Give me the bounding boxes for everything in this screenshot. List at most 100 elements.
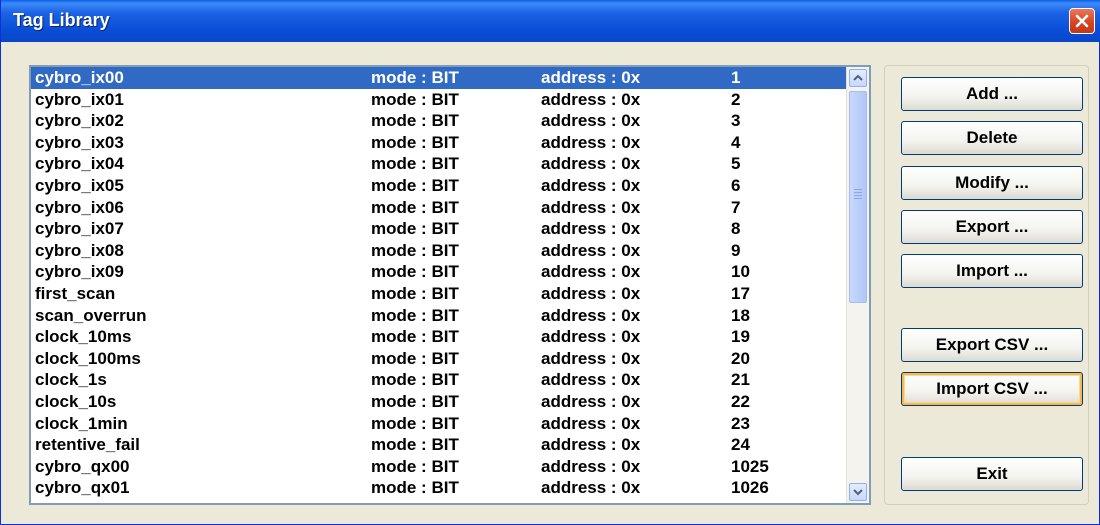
tag-address-value: 24: [731, 435, 750, 455]
tag-address-value: 20: [731, 348, 750, 368]
list-item[interactable]: cybro_qx00 mode : BIT address : 0x 1025: [31, 456, 849, 478]
tag-name: cybro_qx01: [35, 478, 130, 498]
tag-mode: mode : BIT: [371, 262, 459, 282]
delete-button[interactable]: Delete: [901, 121, 1083, 155]
thumb-grip-line: [854, 198, 862, 199]
tag-address-label: address : 0x: [541, 68, 641, 87]
tag-name: cybro_ix04: [35, 154, 124, 174]
tag-mode: mode : BIT: [371, 305, 459, 325]
list-item[interactable]: clock_10ms mode : BIT address : 0x 19: [31, 326, 849, 348]
tag-mode: mode : BIT: [371, 348, 459, 368]
tag-mode: mode : BIT: [371, 68, 459, 87]
list-item[interactable]: clock_1min mode : BIT address : 0x 23: [31, 413, 849, 435]
tag-name: cybro_ix06: [35, 197, 124, 217]
tag-mode: mode : BIT: [371, 370, 459, 390]
list-item[interactable]: cybro_ix07 mode : BIT address : 0x 8: [31, 218, 849, 240]
tag-name: first_scan: [35, 283, 116, 303]
scroll-up-button[interactable]: [849, 69, 867, 87]
tag-address-label: address : 0x: [541, 327, 641, 347]
tag-address-label: address : 0x: [541, 175, 641, 195]
close-icon: [1075, 14, 1089, 28]
scroll-down-button[interactable]: [849, 483, 867, 501]
tag-library-window: Tag Library cybro_ix00 mode : BIT address …: [0, 0, 1100, 525]
list-item[interactable]: first_scan mode : BIT address : 0x 17: [31, 283, 849, 305]
list-item[interactable]: retentive_fail mode : BIT address : 0x 24: [31, 434, 849, 456]
tag-name: scan_overrun: [35, 305, 147, 325]
tag-address-label: address : 0x: [541, 478, 641, 498]
tag-mode: mode : BIT: [371, 219, 459, 239]
exit-button[interactable]: Exit: [901, 457, 1083, 491]
list-item[interactable]: cybro_ix01 mode : BIT address : 0x 2: [31, 89, 849, 111]
tag-address-label: address : 0x: [541, 283, 641, 303]
export-button[interactable]: Export ...: [901, 210, 1083, 244]
add-button[interactable]: Add ...: [901, 77, 1083, 111]
tag-name: cybro_qx00: [35, 456, 130, 476]
tag-address-value: 3: [731, 111, 741, 131]
vertical-scrollbar[interactable]: [846, 67, 869, 503]
tag-mode: mode : BIT: [371, 89, 459, 109]
tag-address-value: 7: [731, 197, 741, 217]
tag-mode: mode : BIT: [371, 111, 459, 131]
tag-address-value: 23: [731, 413, 750, 433]
tag-address-value: 22: [731, 391, 750, 411]
thumb-grip-line: [854, 195, 862, 196]
tag-address-label: address : 0x: [541, 370, 641, 390]
list-item[interactable]: clock_1s mode : BIT address : 0x 21: [31, 369, 849, 391]
list-item[interactable]: cybro_ix03 mode : BIT address : 0x 4: [31, 132, 849, 154]
title-bar[interactable]: Tag Library: [1, 0, 1100, 42]
tag-name: clock_10s: [35, 391, 117, 411]
tag-address-label: address : 0x: [541, 348, 641, 368]
tag-address-label: address : 0x: [541, 435, 641, 455]
export-csv-button[interactable]: Export CSV ...: [901, 328, 1083, 362]
tag-address-value: 5: [731, 154, 741, 174]
import-button[interactable]: Import ...: [901, 254, 1083, 288]
tag-address-value: 1026: [731, 478, 769, 498]
tag-mode: mode : BIT: [371, 413, 459, 433]
tag-list[interactable]: cybro_ix00 mode : BIT address : 0x 1 cybro_i…: [29, 65, 871, 505]
tag-mode: mode : BIT: [371, 154, 459, 174]
list-item[interactable]: cybro_ix06 mode : BIT address : 0x 7: [31, 197, 849, 219]
tag-address-label: address : 0x: [541, 89, 641, 109]
import-csv-button[interactable]: Import CSV ...: [901, 372, 1083, 406]
tag-address-label: address : 0x: [541, 240, 641, 260]
list-item[interactable]: cybro_ix02 mode : BIT address : 0x 3: [31, 110, 849, 132]
tag-address-value: 2: [731, 89, 741, 109]
tag-mode: mode : BIT: [371, 197, 459, 217]
tag-address-label: address : 0x: [541, 197, 641, 217]
tag-name: cybro_ix00: [35, 68, 124, 87]
tag-mode: mode : BIT: [371, 478, 459, 498]
tag-name: cybro_ix03: [35, 132, 124, 152]
tag-name: retentive_fail: [35, 435, 140, 455]
tag-name: clock_1min: [35, 413, 128, 433]
tag-address-value: 9: [731, 240, 741, 260]
list-item[interactable]: cybro_ix09 mode : BIT address : 0x 10: [31, 261, 849, 283]
list-item[interactable]: cybro_ix00 mode : BIT address : 0x 1: [31, 67, 849, 89]
tag-address-label: address : 0x: [541, 219, 641, 239]
tag-mode: mode : BIT: [371, 175, 459, 195]
tag-name: cybro_ix07: [35, 219, 124, 239]
list-item[interactable]: cybro_ix08 mode : BIT address : 0x 9: [31, 240, 849, 262]
tag-mode: mode : BIT: [371, 132, 459, 152]
tag-mode: mode : BIT: [371, 456, 459, 476]
tag-name: cybro_ix05: [35, 175, 124, 195]
tag-address-value: 1: [731, 68, 741, 87]
list-item[interactable]: cybro_ix05 mode : BIT address : 0x 6: [31, 175, 849, 197]
close-button[interactable]: [1069, 8, 1095, 34]
tag-address-value: 6: [731, 175, 741, 195]
list-item[interactable]: cybro_ix04 mode : BIT address : 0x 5: [31, 153, 849, 175]
tag-address-label: address : 0x: [541, 262, 641, 282]
scrollbar-thumb[interactable]: [849, 91, 867, 303]
tag-address-label: address : 0x: [541, 391, 641, 411]
list-item[interactable]: clock_100ms mode : BIT address : 0x 20: [31, 348, 849, 370]
list-item[interactable]: scan_overrun mode : BIT address : 0x 18: [31, 305, 849, 327]
tag-name: cybro_ix08: [35, 240, 124, 260]
tag-address-value: 1025: [731, 456, 769, 476]
modify-button[interactable]: Modify ...: [901, 166, 1083, 200]
tag-mode: mode : BIT: [371, 391, 459, 411]
list-item[interactable]: clock_10s mode : BIT address : 0x 22: [31, 391, 849, 413]
list-item[interactable]: cybro_qx01 mode : BIT address : 0x 1026: [31, 477, 849, 499]
tag-address-value: 10: [731, 262, 750, 282]
tag-address-label: address : 0x: [541, 132, 641, 152]
tag-name: clock_100ms: [35, 348, 141, 368]
tag-list-rows: cybro_ix00 mode : BIT address : 0x 1 cybro_i…: [31, 67, 849, 499]
